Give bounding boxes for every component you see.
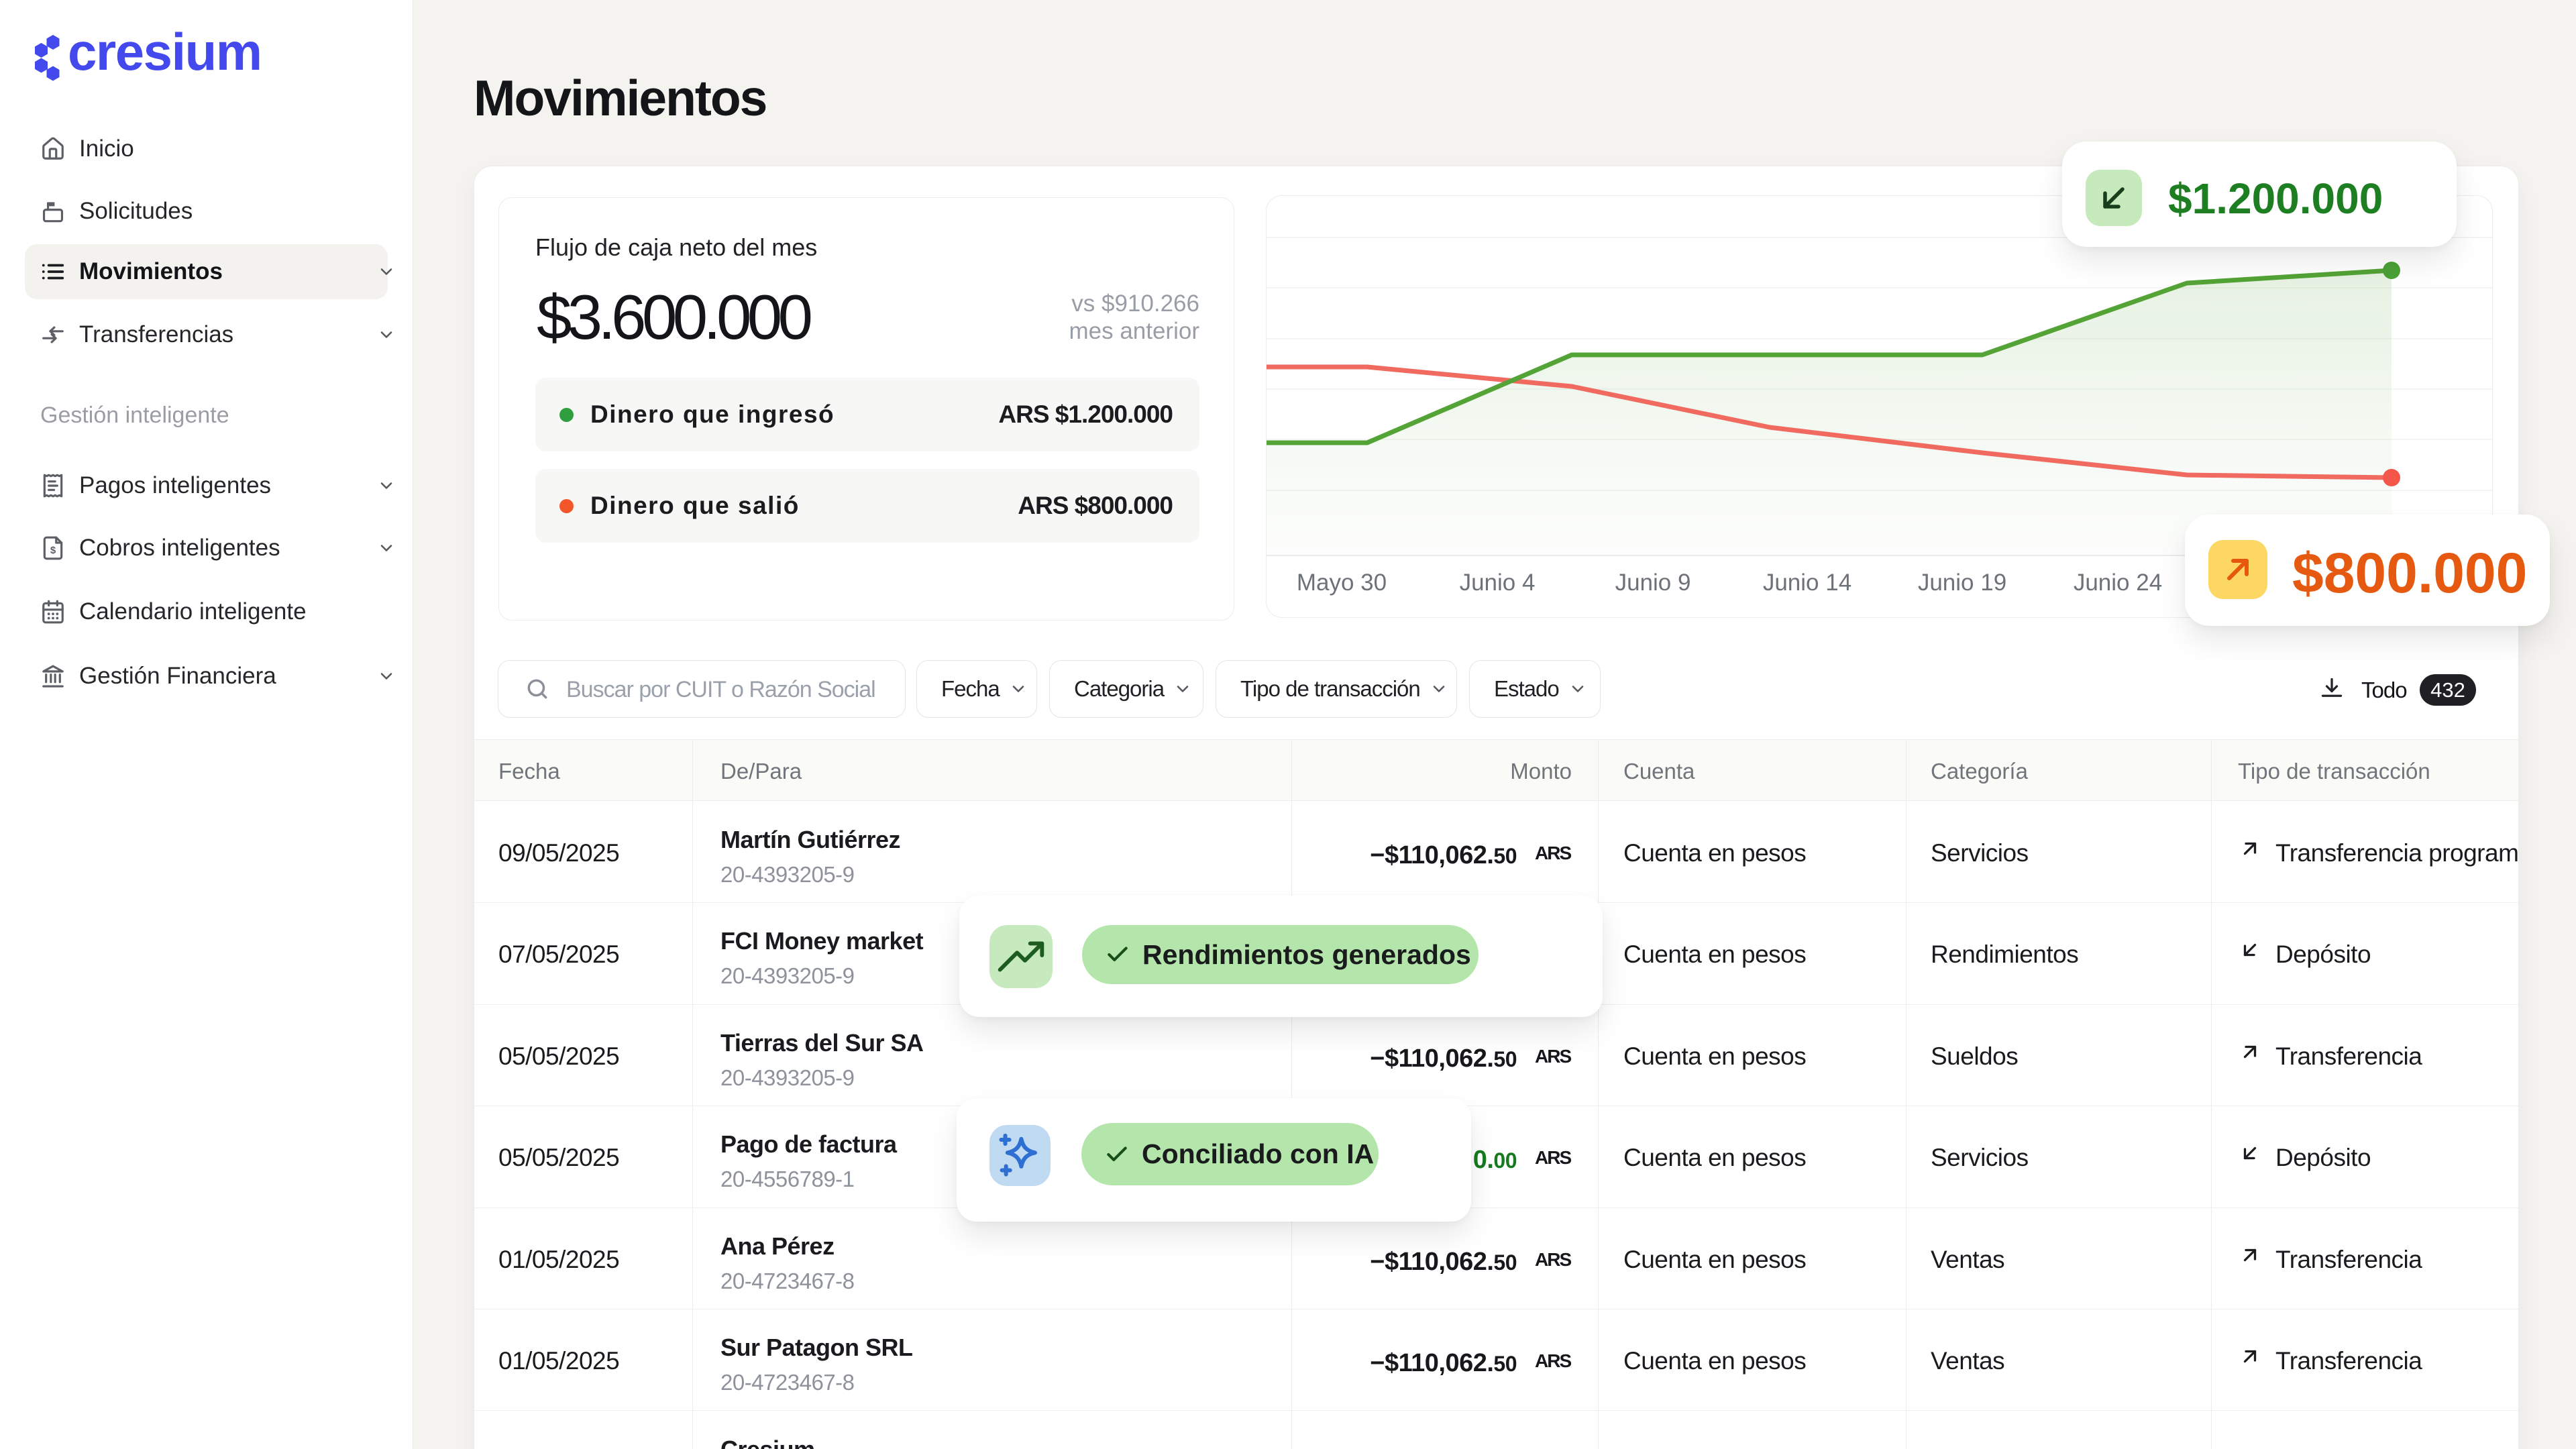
svg-text:$: $: [50, 545, 56, 556]
